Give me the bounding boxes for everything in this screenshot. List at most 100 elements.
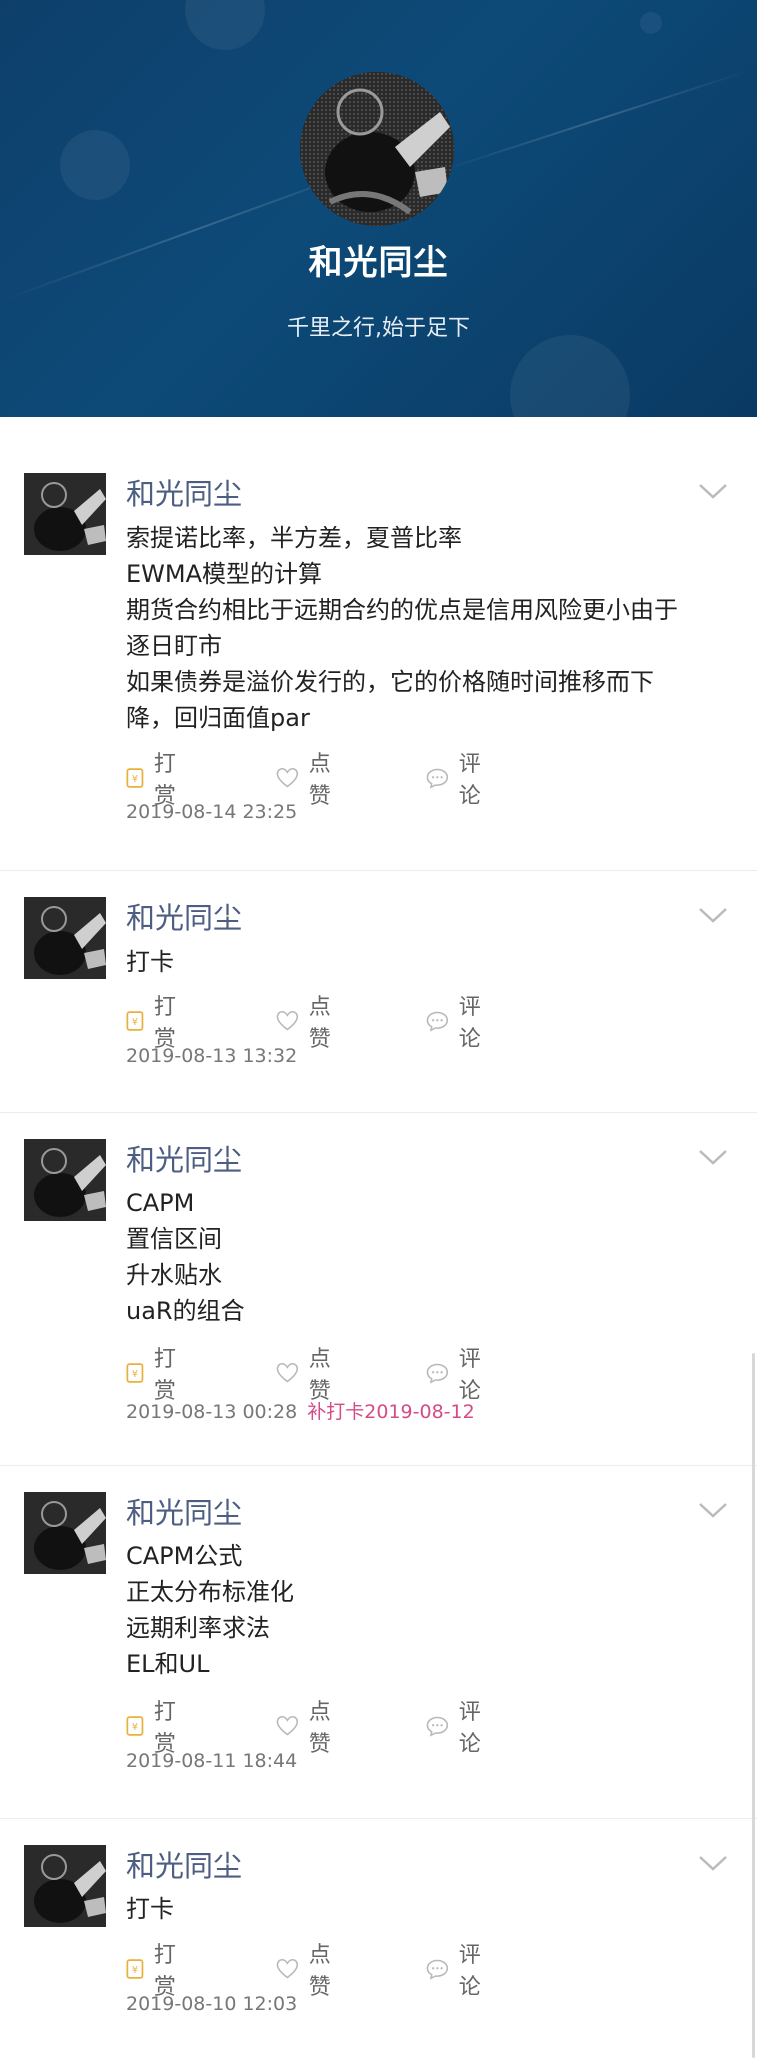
avatar-image [24,897,106,979]
chevron-down-icon[interactable] [697,899,729,931]
post-item: 和光同尘 打卡 ¥ 打赏 点赞 [0,1819,757,2058]
comment-label: 评论 [458,1347,481,1404]
like-button[interactable]: 点赞 [276,1943,340,2000]
author-avatar[interactable] [24,1492,106,1574]
reward-button[interactable]: ¥ 打赏 [126,1943,184,2000]
comment-button[interactable]: 评论 [426,1700,490,1757]
chevron-down-icon[interactable] [697,475,729,507]
decor-bubble [185,0,265,50]
post-author[interactable]: 和光同尘 [126,1490,242,1532]
chevron-down-icon[interactable] [697,1494,729,1526]
reward-button[interactable]: ¥ 打赏 [126,995,184,1052]
svg-text:¥: ¥ [132,774,138,785]
svg-text:¥: ¥ [132,1722,138,1733]
timestamp-text: 2019-08-10 12:03 [126,1993,298,2015]
like-button[interactable]: 点赞 [276,995,340,1052]
post-line: 逐日盯市 [126,632,222,660]
heart-icon [276,1362,299,1383]
author-avatar[interactable] [24,1139,106,1221]
reward-button[interactable]: ¥ 打赏 [126,1700,184,1757]
decor-bubble [640,12,662,34]
comment-button[interactable]: 评论 [426,1943,490,2000]
post-content: 打卡 [126,1891,726,1927]
post-item: 和光同尘 CAPM 置信区间 升水贴水 uaR的组合 ¥ 打赏 点赞 评论 20… [0,1113,757,1466]
comment-icon [426,1011,449,1032]
reward-label: 打赏 [153,1700,176,1757]
like-button[interactable]: 点赞 [276,1347,340,1404]
reward-button[interactable]: ¥ 打赏 [126,752,184,809]
like-label: 点赞 [308,752,331,809]
post-timestamp: 2019-08-10 12:03 [126,1993,297,2015]
timestamp-text: 2019-08-11 18:44 [126,1750,298,1772]
post-line: 置信区间 [126,1225,222,1253]
post-line: 远期利率求法 [126,1614,270,1642]
post-content: CAPM公式 正太分布标准化 远期利率求法 EL和UL [126,1538,726,1682]
like-label: 点赞 [308,1700,331,1757]
post-author[interactable]: 和光同尘 [126,895,242,937]
timestamp-text: 2019-08-13 13:32 [126,1045,298,1067]
decor-bubble [60,130,130,200]
profile-avatar[interactable] [300,72,454,226]
like-label: 点赞 [308,1943,331,2000]
post-content: 索提诺比率，半方差，夏普比率 EWMA模型的计算 期货合约相比于远期合约的优点是… [126,520,726,736]
post-line: uaR的组合 [126,1297,245,1325]
chevron-down-icon[interactable] [697,1847,729,1879]
comment-label: 评论 [458,1700,481,1757]
reward-button[interactable]: ¥ 打赏 [126,1347,184,1404]
post-timestamp: 2019-08-13 00:28 补打卡2019-08-12 [126,1397,475,1424]
reward-icon: ¥ [126,1716,144,1736]
post-author[interactable]: 和光同尘 [126,471,242,513]
post-timestamp: 2019-08-13 13:32 [126,1045,297,1067]
heart-icon [276,767,299,788]
svg-text:¥: ¥ [132,1369,138,1380]
chevron-down-icon[interactable] [697,1141,729,1173]
comment-button[interactable]: 评论 [426,752,490,809]
post-line: CAPM公式 [126,1542,243,1570]
post-author[interactable]: 和光同尘 [126,1137,242,1179]
avatar-image [24,1845,106,1927]
author-avatar[interactable] [24,1845,106,1927]
reward-label: 打赏 [153,995,176,1052]
comment-icon [426,768,449,789]
post-timestamp: 2019-08-14 23:25 [126,801,297,823]
post-item: 和光同尘 索提诺比率，半方差，夏普比率 EWMA模型的计算 期货合约相比于远期合… [0,417,757,871]
comment-icon [426,1716,449,1737]
avatar-image [24,1139,106,1221]
heart-icon [276,1958,299,1979]
reward-icon: ¥ [126,768,144,788]
scrollbar[interactable] [752,1353,755,2058]
avatar-image [300,72,454,226]
post-line: CAPM [126,1189,195,1217]
post-line: 索提诺比率，半方差，夏普比率 [126,524,462,552]
author-avatar[interactable] [24,897,106,979]
timestamp-text: 2019-08-13 00:28 [126,1401,298,1423]
comment-button[interactable]: 评论 [426,1347,490,1404]
post-line: 如果债券是溢价发行的，它的价格随时间推移而下 [126,668,654,696]
like-label: 点赞 [308,995,331,1052]
author-avatar[interactable] [24,473,106,555]
post-content: 打卡 [126,944,726,980]
comment-icon [426,1959,449,1980]
comment-label: 评论 [458,752,481,809]
reward-icon: ¥ [126,1363,144,1383]
like-button[interactable]: 点赞 [276,752,340,809]
decor-bubble [510,335,630,417]
post-line: EWMA模型的计算 [126,560,323,588]
heart-icon [276,1010,299,1031]
like-label: 点赞 [308,1347,331,1404]
post-author[interactable]: 和光同尘 [126,1843,242,1885]
post-line: 打卡 [126,948,174,976]
post-line: 降，回归面值par [126,704,310,732]
heart-icon [276,1715,299,1736]
comment-icon [426,1363,449,1384]
comment-button[interactable]: 评论 [426,995,490,1052]
reward-icon: ¥ [126,1011,144,1031]
post-line: 打卡 [126,1895,174,1923]
like-button[interactable]: 点赞 [276,1700,340,1757]
post-item: 和光同尘 CAPM公式 正太分布标准化 远期利率求法 EL和UL ¥ 打赏 点赞… [0,1466,757,1819]
post-timestamp: 2019-08-11 18:44 [126,1750,297,1772]
comment-label: 评论 [458,1943,481,2000]
decor-streak [439,68,755,172]
post-line: 升水贴水 [126,1261,222,1289]
comment-label: 评论 [458,995,481,1052]
